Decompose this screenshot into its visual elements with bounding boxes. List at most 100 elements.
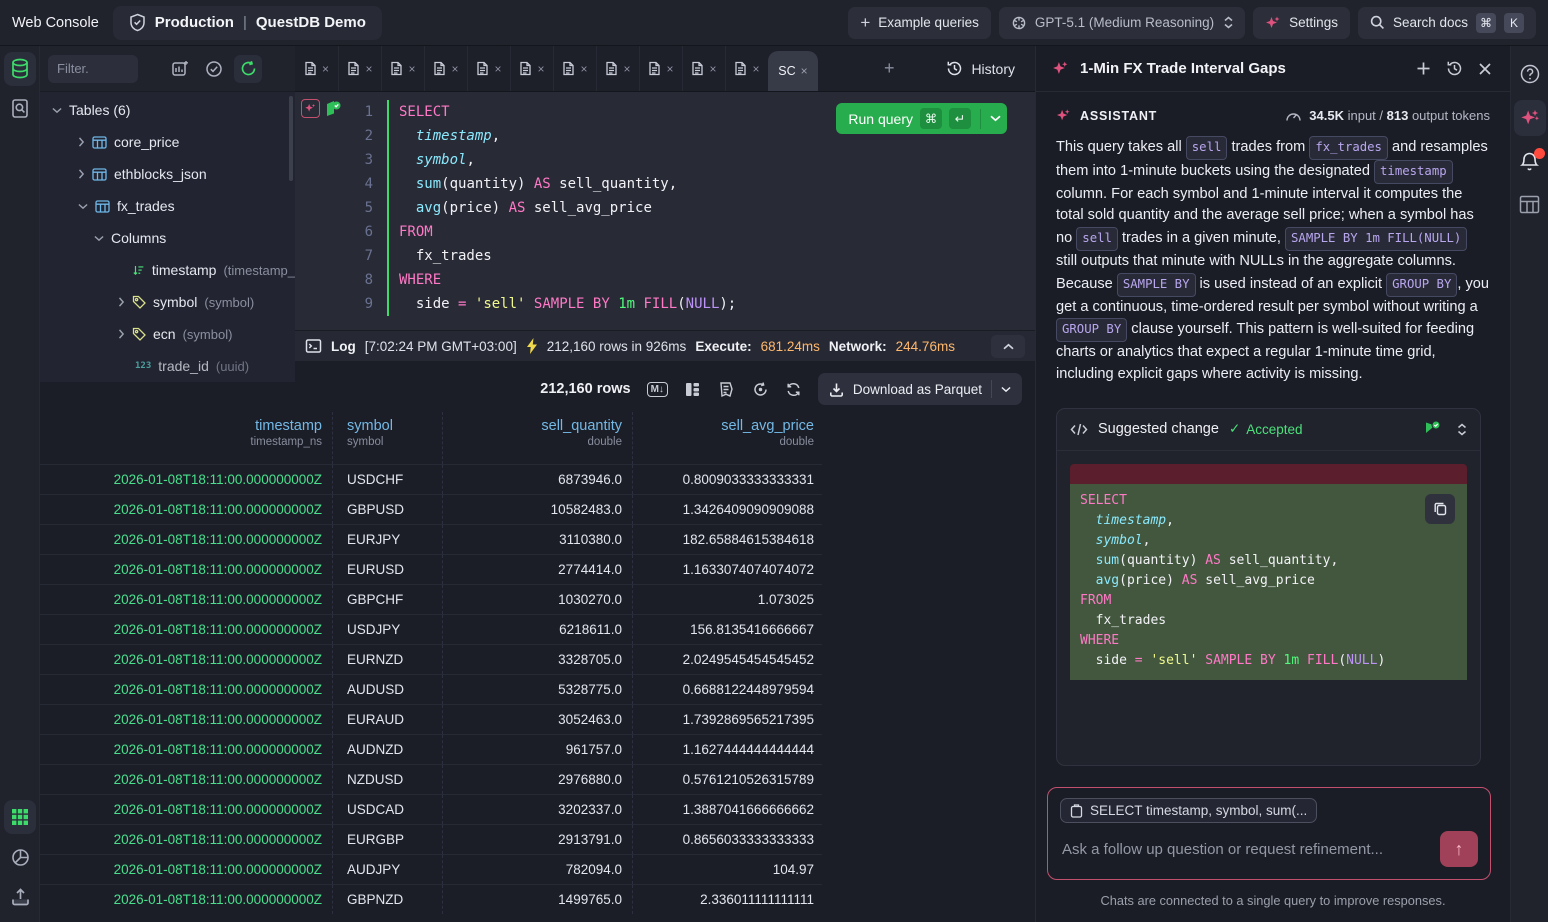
- close-icon[interactable]: ×: [623, 63, 630, 75]
- tree-item-fx-trades[interactable]: fx_trades: [40, 190, 295, 222]
- results-toolbar-icons: M↓: [647, 380, 802, 399]
- chat-history-button[interactable]: [1444, 58, 1465, 79]
- environment-badge[interactable]: Production | QuestDB Demo: [113, 6, 382, 40]
- chart-panel-icon[interactable]: [4, 840, 36, 874]
- send-button[interactable]: ↑: [1440, 831, 1478, 867]
- close-icon[interactable]: ×: [451, 63, 458, 75]
- editor-tab[interactable]: ×: [682, 46, 725, 91]
- column-header-timestamp[interactable]: timestamptimestamp_ns: [40, 412, 333, 464]
- tree-item-ecn[interactable]: ecn(symbol): [40, 318, 295, 350]
- ai-assistant-icon[interactable]: [1514, 100, 1546, 136]
- table-row[interactable]: 2026-01-08T18:11:00.000000000ZGBPNZD1499…: [40, 884, 822, 914]
- download-parquet-button[interactable]: Download as Parquet: [818, 373, 1022, 405]
- close-icon[interactable]: ×: [537, 63, 544, 75]
- table-row[interactable]: 2026-01-08T18:11:00.000000000ZEURUSD2774…: [40, 554, 822, 584]
- help-icon[interactable]: [1514, 58, 1546, 90]
- editor-tab[interactable]: ×: [725, 46, 768, 91]
- tables-panel-icon[interactable]: [4, 52, 36, 86]
- sql-editor[interactable]: 1SELECT2 timestamp,3 symbol,4 sum(quanti…: [295, 92, 1035, 330]
- download-options-chevron-icon[interactable]: [1001, 386, 1011, 393]
- assistant-panel: 1-Min FX Trade Interval Gaps ASSISTANT 3…: [1035, 46, 1510, 922]
- copy-code-button[interactable]: [1425, 494, 1455, 524]
- editor-tab[interactable]: ×: [338, 46, 381, 91]
- editor-tab[interactable]: ×: [510, 46, 553, 91]
- tree-item-timestamp[interactable]: timestamp(timestamp_: [40, 254, 295, 286]
- close-icon[interactable]: ×: [365, 63, 372, 75]
- close-icon[interactable]: ×: [709, 63, 716, 75]
- close-icon[interactable]: ×: [801, 64, 808, 78]
- chat-input-box[interactable]: SELECT timestamp, symbol, sum(... ↑: [1047, 787, 1491, 880]
- query-plan-icon[interactable]: [717, 380, 736, 399]
- attached-query-chip[interactable]: SELECT timestamp, symbol, sum(...: [1060, 798, 1317, 823]
- check-circle-icon[interactable]: [200, 55, 228, 83]
- table-row[interactable]: 2026-01-08T18:11:00.000000000ZAUDJPY7820…: [40, 854, 822, 884]
- example-queries-button[interactable]: + Example queries: [848, 7, 991, 39]
- result-grid-icon[interactable]: [4, 800, 36, 834]
- filter-input[interactable]: [48, 55, 138, 83]
- close-icon[interactable]: ×: [408, 63, 415, 75]
- close-icon[interactable]: ×: [752, 63, 759, 75]
- refresh-results-icon[interactable]: [785, 381, 802, 398]
- new-tab-button[interactable]: +: [878, 57, 901, 80]
- refresh-timer-icon[interactable]: [752, 381, 769, 398]
- column-header-sell-avg-price[interactable]: sell_avg_pricedouble: [633, 412, 822, 464]
- table-row[interactable]: 2026-01-08T18:11:00.000000000ZUSDCAD3202…: [40, 794, 822, 824]
- table-row[interactable]: 2026-01-08T18:11:00.000000000ZAUDUSD5328…: [40, 674, 822, 704]
- table-row[interactable]: 2026-01-08T18:11:00.000000000ZEURAUD3052…: [40, 704, 822, 734]
- close-chat-button[interactable]: [1476, 60, 1494, 78]
- results-grid[interactable]: timestamptimestamp_ns symbolsymbol sell_…: [40, 412, 822, 914]
- editor-tab[interactable]: ×: [467, 46, 510, 91]
- import-icon[interactable]: [4, 880, 36, 914]
- close-icon[interactable]: ×: [322, 63, 329, 75]
- query-log-icon[interactable]: [4, 92, 36, 126]
- close-icon[interactable]: ×: [666, 63, 673, 75]
- editor-tab[interactable]: ×: [596, 46, 639, 91]
- editor-tab-active[interactable]: SC ×: [768, 51, 818, 91]
- table-cell: GBPUSD: [333, 495, 443, 524]
- collapse-results-button[interactable]: [991, 335, 1025, 358]
- editor-tab[interactable]: ×: [553, 46, 596, 91]
- markdown-copy-icon[interactable]: M↓: [647, 382, 668, 397]
- refresh-tables-icon[interactable]: [234, 55, 262, 83]
- tree-item-trade-id[interactable]: 123trade_id(uuid): [40, 350, 295, 382]
- table-row[interactable]: 2026-01-08T18:11:00.000000000ZEURNZD3328…: [40, 644, 822, 674]
- run-query-button[interactable]: Run query ⌘ ↵: [836, 103, 1007, 134]
- table-row[interactable]: 2026-01-08T18:11:00.000000000ZNZDUSD2976…: [40, 764, 822, 794]
- tree-scrollbar[interactable]: [289, 96, 293, 181]
- tree-item-ethblocks-json[interactable]: ethblocks_json: [40, 158, 295, 190]
- table-row[interactable]: 2026-01-08T18:11:00.000000000ZUSDCHF6873…: [40, 464, 822, 494]
- editor-tab[interactable]: ×: [295, 46, 338, 91]
- editor-tab[interactable]: ×: [424, 46, 467, 91]
- run-options-chevron-icon[interactable]: [990, 115, 1001, 122]
- editor-tab[interactable]: ×: [381, 46, 424, 91]
- history-button[interactable]: History: [940, 59, 1021, 78]
- editor-tab[interactable]: ×: [639, 46, 682, 91]
- close-icon[interactable]: ×: [494, 63, 501, 75]
- metrics-panel-icon[interactable]: [1514, 188, 1546, 220]
- search-docs-button[interactable]: Search docs ⌘ K: [1358, 7, 1536, 39]
- add-materialized-view-icon[interactable]: [166, 55, 194, 83]
- table-row[interactable]: 2026-01-08T18:11:00.000000000ZGBPCHF1030…: [40, 584, 822, 614]
- column-header-sell-quantity[interactable]: sell_quantitydouble: [443, 412, 633, 464]
- tree-item-columns[interactable]: Columns: [40, 222, 295, 254]
- model-selector[interactable]: GPT-5.1 (Medium Reasoning): [999, 7, 1245, 39]
- close-icon[interactable]: ×: [580, 63, 587, 75]
- new-chat-button[interactable]: [1414, 59, 1433, 78]
- tree-item-tables-6-[interactable]: Tables (6): [40, 94, 295, 126]
- settings-button[interactable]: Settings: [1253, 7, 1350, 39]
- column-layout-icon[interactable]: [684, 381, 701, 398]
- table-row[interactable]: 2026-01-08T18:11:00.000000000ZEURJPY3110…: [40, 524, 822, 554]
- table-row[interactable]: 2026-01-08T18:11:00.000000000ZEURGBP2913…: [40, 824, 822, 854]
- notifications-bell-icon[interactable]: [1514, 146, 1546, 178]
- tree-item-symbol[interactable]: symbol(symbol): [40, 286, 295, 318]
- tree-item-core-price[interactable]: core_price: [40, 126, 295, 158]
- table-row[interactable]: 2026-01-08T18:11:00.000000000ZUSDJPY6218…: [40, 614, 822, 644]
- table-cell: 182.65884615384618: [633, 525, 822, 554]
- followup-input[interactable]: [1060, 840, 1430, 859]
- table-row[interactable]: 2026-01-08T18:11:00.000000000ZAUDNZD9617…: [40, 734, 822, 764]
- editor-tab-strip: × × × × × × × × × × × SC × + History: [295, 46, 1035, 92]
- collapse-expand-icon[interactable]: [1457, 423, 1467, 436]
- table-row[interactable]: 2026-01-08T18:11:00.000000000ZGBPUSD1058…: [40, 494, 822, 524]
- chevron-right-icon: [118, 297, 125, 307]
- column-header-symbol[interactable]: symbolsymbol: [333, 412, 443, 464]
